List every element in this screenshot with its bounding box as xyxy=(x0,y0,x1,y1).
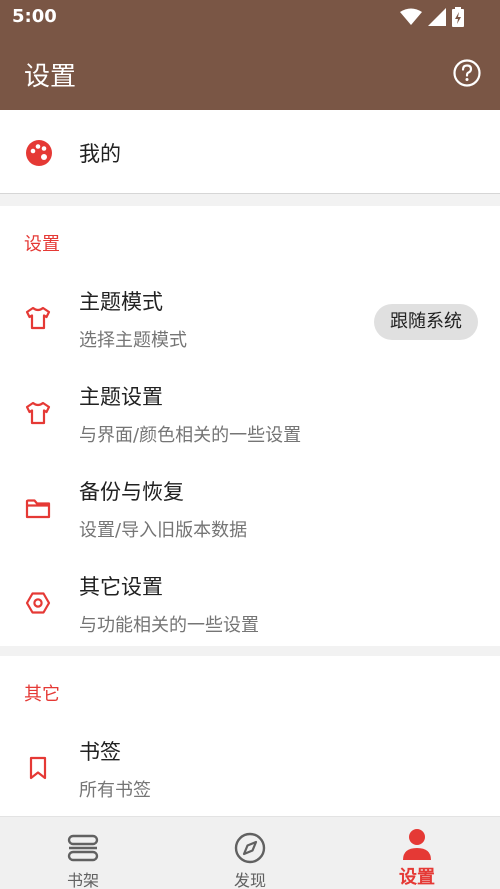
others-item-bookmarks[interactable]: 书签 所有书签 xyxy=(0,720,500,814)
others-section: 其它 书签 所有书签 xyxy=(0,656,500,816)
nav-label: 设置 xyxy=(399,867,435,888)
person-icon xyxy=(403,829,431,860)
settings-item-theme-settings[interactable]: 主题设置 与界面/颜色相关的一些设置 xyxy=(0,365,500,459)
mine-card: 我的 xyxy=(0,110,500,194)
bottom-navigation: 书架 发现 设置 xyxy=(0,816,500,889)
nav-item-bookshelf[interactable]: 书架 xyxy=(0,817,166,889)
status-time: 5:00 xyxy=(12,6,57,27)
bookshelf-icon xyxy=(67,834,99,862)
settings-item-subtitle: 选择主题模式 xyxy=(79,330,187,351)
help-circle-icon[interactable] xyxy=(452,58,482,88)
compass-icon xyxy=(234,832,266,864)
mine-label: 我的 xyxy=(79,142,121,166)
tshirt-icon xyxy=(25,306,51,330)
settings-item-title: 主题模式 xyxy=(79,290,163,314)
settings-item-title: 主题设置 xyxy=(79,385,163,409)
status-bar: 5:00 xyxy=(0,0,500,34)
settings-item-theme-mode[interactable]: 主题模式 选择主题模式 跟随系统 xyxy=(0,270,500,364)
nav-label: 发现 xyxy=(233,871,266,889)
section-title-others: 其它 xyxy=(24,684,60,705)
bookmark-icon xyxy=(29,756,47,780)
tshirt-icon xyxy=(25,401,51,425)
others-item-subtitle: 所有书签 xyxy=(79,780,151,801)
theme-mode-value-button[interactable]: 跟随系统 xyxy=(374,304,478,340)
others-item-title: 书签 xyxy=(79,740,121,764)
wifi-icon xyxy=(400,8,422,25)
folder-icon xyxy=(25,499,51,519)
settings-item-subtitle: 与界面/颜色相关的一些设置 xyxy=(79,425,302,446)
settings-item-title: 其它设置 xyxy=(79,575,163,599)
section-title-settings: 设置 xyxy=(24,234,60,255)
settings-item-backup-restore[interactable]: 备份与恢复 设置/导入旧版本数据 xyxy=(0,460,500,554)
settings-item-subtitle: 设置/导入旧版本数据 xyxy=(79,520,248,541)
nav-item-discover[interactable]: 发现 xyxy=(167,817,333,889)
system-icons xyxy=(400,7,464,27)
battery-icon xyxy=(452,7,464,27)
signal-icon xyxy=(428,8,446,26)
nav-item-settings[interactable]: 设置 xyxy=(334,817,500,889)
settings-item-other-settings[interactable]: 其它设置 与功能相关的一些设置 xyxy=(0,555,500,649)
app-bar: 设置 xyxy=(0,34,500,110)
page-title: 设置 xyxy=(24,62,77,92)
settings-item-subtitle: 与功能相关的一些设置 xyxy=(79,615,259,636)
hexagon-settings-icon xyxy=(25,592,51,614)
palette-icon xyxy=(26,140,52,166)
settings-item-title: 备份与恢复 xyxy=(79,480,184,504)
nav-label: 书架 xyxy=(66,871,99,889)
settings-section: 设置 主题模式 选择主题模式 跟随系统 主题设置 与界面/颜色相关的一些设置 备… xyxy=(0,206,500,646)
